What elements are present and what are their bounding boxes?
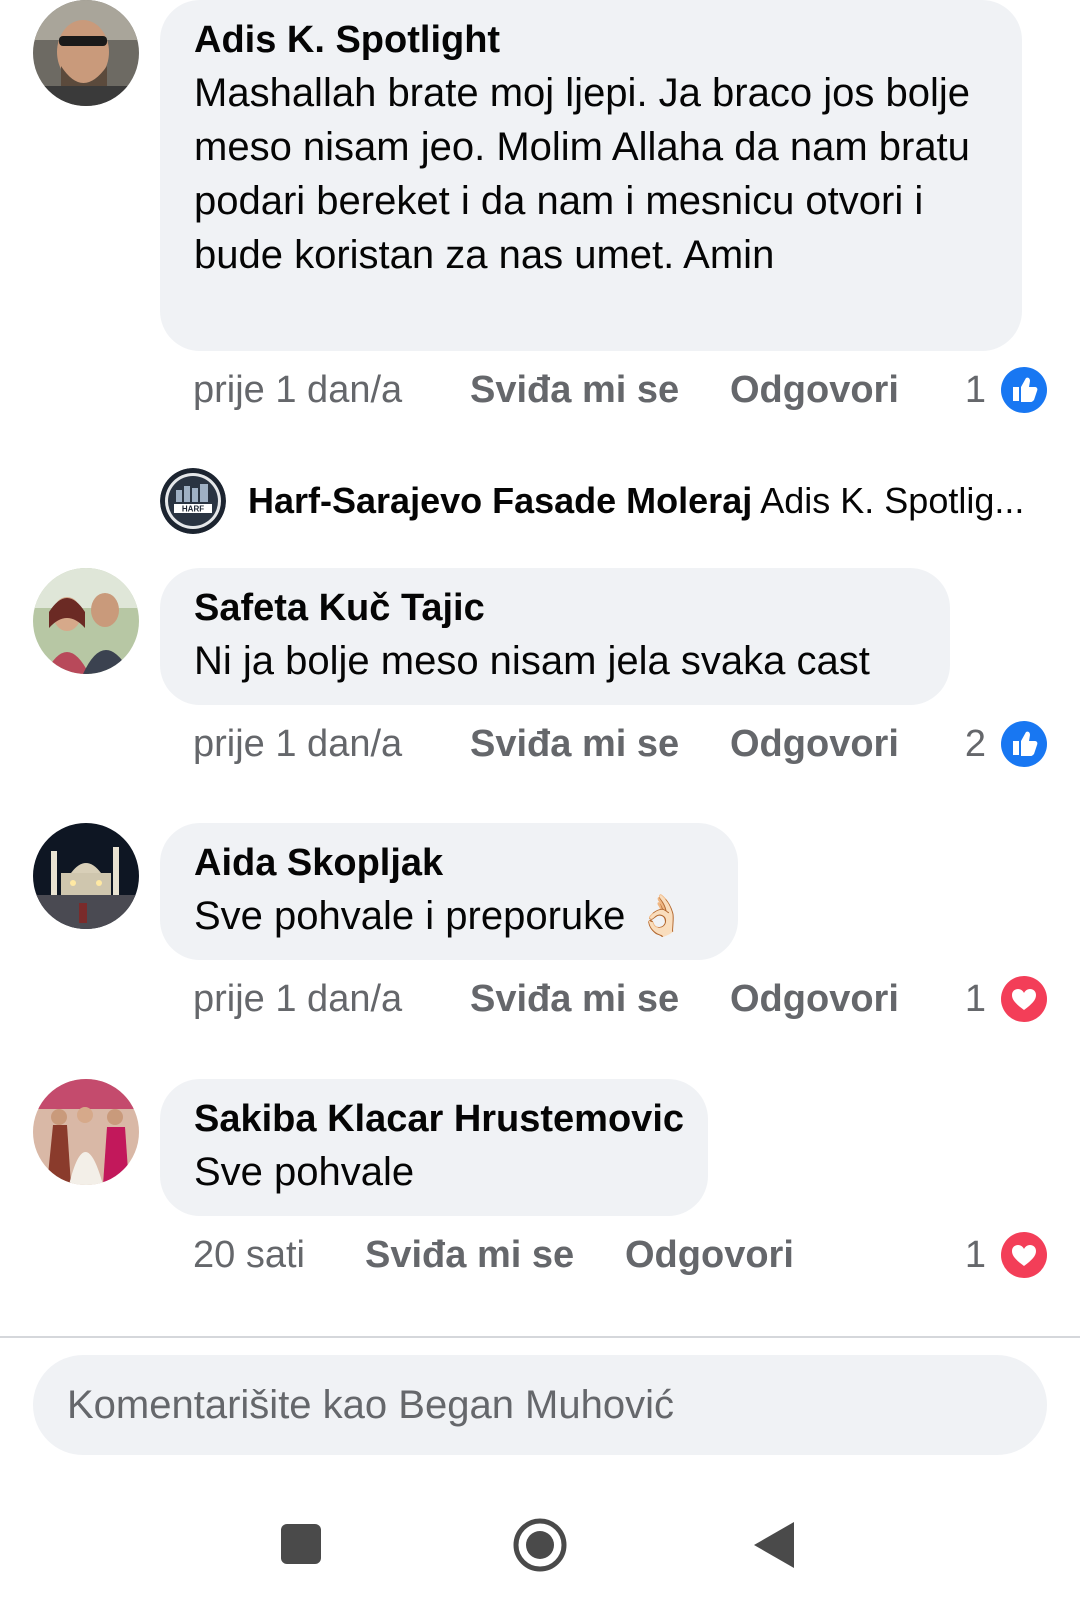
reaction-count[interactable]: 2: [965, 716, 986, 772]
comment-text: Mashallah brate moj ljepi. Ja braco jos …: [194, 71, 970, 277]
avatar[interactable]: [33, 0, 139, 106]
comment-actions: prije 1 dan/a Sviđa mi se Odgovori 1: [193, 362, 1048, 418]
reply-button[interactable]: Odgovori: [730, 716, 899, 772]
comment-author[interactable]: Aida Skopljak: [194, 837, 704, 889]
reply-button[interactable]: Odgovori: [730, 971, 899, 1027]
comment-text: Sve pohvale i preporuke 👌🏻: [194, 894, 687, 938]
comment-time[interactable]: prije 1 dan/a: [193, 362, 402, 418]
reply-snippet: Adis K. Spotlig...: [760, 480, 1025, 521]
comment-actions: prije 1 dan/a Sviđa mi se Odgovori 1: [193, 971, 1048, 1027]
avatar[interactable]: [33, 1079, 139, 1185]
comment-bubble: Adis K. Spotlight Mashallah brate moj lj…: [160, 0, 1022, 351]
comment-bubble: Sakiba Klacar Hrustemovic Sve pohvale: [160, 1079, 708, 1216]
heart-icon[interactable]: [1000, 975, 1048, 1023]
comment-input[interactable]: Komentarišite kao Began Muhović: [33, 1355, 1047, 1455]
back-icon[interactable]: [740, 1510, 810, 1580]
comment-author[interactable]: Safeta Kuč Tajic: [194, 582, 916, 634]
reply-button[interactable]: Odgovori: [730, 362, 899, 418]
comment-time[interactable]: 20 sati: [193, 1227, 305, 1283]
like-button[interactable]: Sviđa mi se: [470, 716, 679, 772]
like-button[interactable]: Sviđa mi se: [365, 1227, 574, 1283]
page-logo-avatar[interactable]: HARF: [160, 468, 226, 534]
like-icon[interactable]: [1000, 366, 1048, 414]
home-icon[interactable]: [505, 1510, 575, 1580]
divider: [0, 1336, 1080, 1338]
comment-text: Ni ja bolje meso nisam jela svaka cast: [194, 639, 870, 683]
comment-time[interactable]: prije 1 dan/a: [193, 971, 402, 1027]
comment-bubble: Aida Skopljak Sve pohvale i preporuke 👌🏻: [160, 823, 738, 960]
comments-screen: Adis K. Spotlight Mashallah brate moj lj…: [0, 0, 1080, 1607]
comment-text: Sve pohvale: [194, 1150, 415, 1194]
comment-author[interactable]: Sakiba Klacar Hrustemovic: [194, 1093, 684, 1145]
logo-text: HARF: [182, 505, 204, 514]
reply-line: Harf-Sarajevo Fasade Moleraj Adis K. Spo…: [248, 466, 1038, 536]
recent-apps-icon[interactable]: [267, 1510, 337, 1580]
comment-author[interactable]: Adis K. Spotlight: [194, 14, 988, 66]
comment-actions: 20 sati Sviđa mi se Odgovori 1: [193, 1227, 1048, 1283]
avatar[interactable]: [33, 823, 139, 929]
reply-preview[interactable]: HARF Harf-Sarajevo Fasade Moleraj Adis K…: [160, 466, 1048, 536]
comment-actions: prije 1 dan/a Sviđa mi se Odgovori 2: [193, 716, 1048, 772]
avatar[interactable]: [33, 568, 139, 674]
like-button[interactable]: Sviđa mi se: [470, 971, 679, 1027]
reply-author[interactable]: Harf-Sarajevo Fasade Moleraj: [248, 480, 752, 521]
comment-time[interactable]: prije 1 dan/a: [193, 716, 402, 772]
like-icon[interactable]: [1000, 720, 1048, 768]
heart-icon[interactable]: [1000, 1231, 1048, 1279]
reaction-count[interactable]: 1: [965, 362, 986, 418]
comment-bubble: Safeta Kuč Tajic Ni ja bolje meso nisam …: [160, 568, 950, 705]
reaction-count[interactable]: 1: [965, 1227, 986, 1283]
reaction-count[interactable]: 1: [965, 971, 986, 1027]
reply-button[interactable]: Odgovori: [625, 1227, 794, 1283]
like-button[interactable]: Sviđa mi se: [470, 362, 679, 418]
system-navigation-bar: [0, 1480, 1080, 1607]
